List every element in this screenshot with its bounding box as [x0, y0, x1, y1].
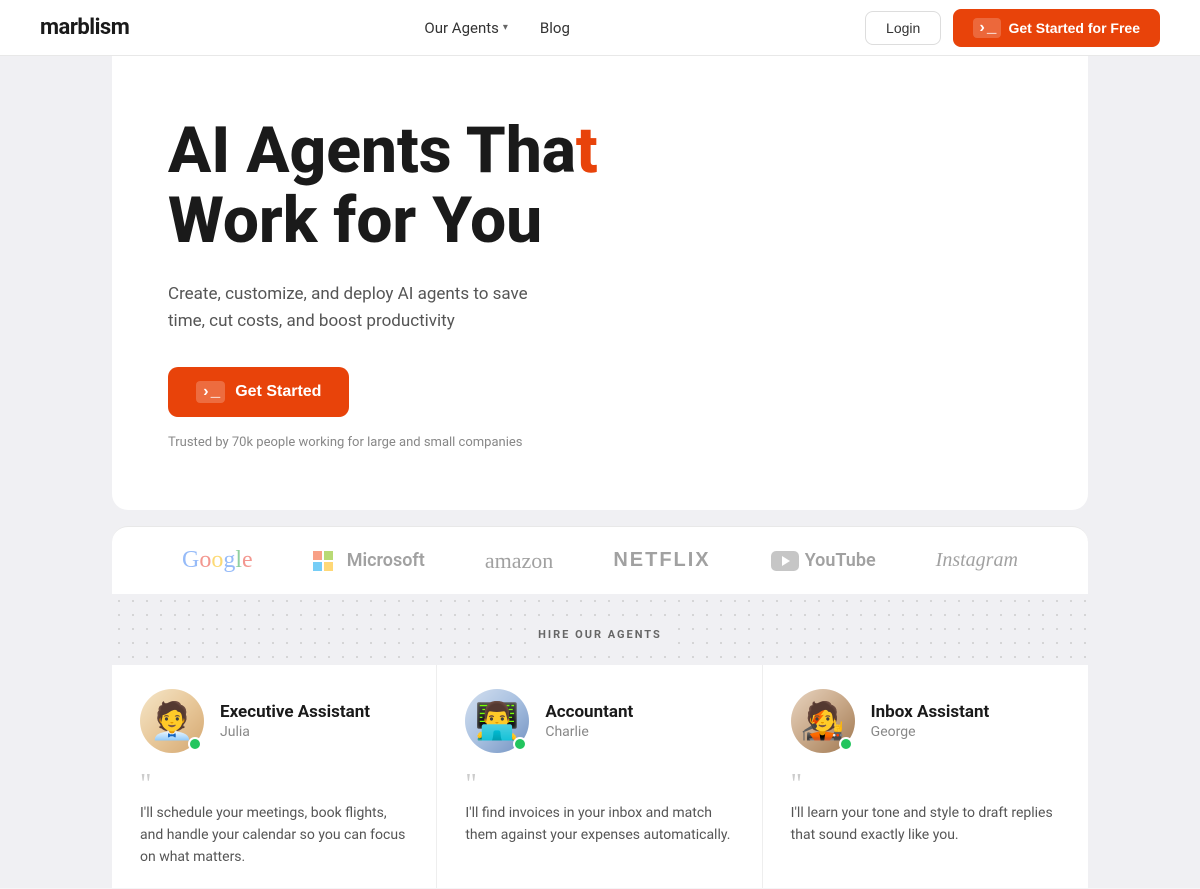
logo[interactable]: marblism	[40, 15, 129, 40]
hero-trust-text: Trusted by 70k people working for large …	[168, 435, 598, 450]
get-started-header-button[interactable]: ›_ Get Started for Free	[953, 9, 1160, 47]
get-started-hero-button[interactable]: ›_ Get Started	[168, 367, 349, 417]
hero-section: AI Agents That Work for You Create, cust…	[112, 56, 1088, 510]
hero-title-line2: Work for You	[168, 183, 542, 258]
hire-label: HIRE OUR AGENTS	[526, 624, 674, 645]
agent-online-indicator	[513, 737, 527, 751]
agent-online-indicator	[839, 737, 853, 751]
agent-card-charlie[interactable]: 👨‍💻 Accountant Charlie " I'll find invoi…	[437, 665, 762, 888]
quote-icon: "	[791, 771, 1060, 799]
brand-netflix: NETFLIX	[613, 549, 710, 572]
hero-title: AI Agents That Work for You	[168, 116, 598, 257]
agent-avatar-george: 🧑‍🎤	[791, 689, 855, 753]
agent-role: Inbox Assistant	[871, 702, 990, 722]
brand-youtube: YouTube	[771, 550, 876, 571]
agent-card-george[interactable]: 🧑‍🎤 Inbox Assistant George " I'll learn …	[763, 665, 1088, 888]
terminal-icon: ›_	[973, 18, 1000, 38]
hero-title-line1: AI Agents That	[168, 113, 598, 188]
brands-section: Google Microsoft amazon NETFLIX YouTube	[112, 526, 1088, 594]
agent-role: Accountant	[545, 702, 633, 722]
main-nav: Our Agents ▾ Blog	[424, 19, 570, 37]
agent-name: Julia	[220, 724, 370, 740]
hero-subtitle: Create, customize, and deploy AI agents …	[168, 281, 548, 335]
brand-amazon: amazon	[485, 548, 553, 574]
nav-agents[interactable]: Our Agents ▾	[424, 19, 508, 37]
agent-card-julia[interactable]: 🧑‍💼 Executive Assistant Julia " I'll sch…	[112, 665, 437, 888]
agent-name: George	[871, 724, 990, 740]
agent-name: Charlie	[545, 724, 633, 740]
chevron-down-icon: ▾	[503, 22, 508, 33]
terminal-icon-hero: ›_	[196, 381, 225, 403]
agent-online-indicator	[188, 737, 202, 751]
agent-quote: I'll schedule your meetings, book flight…	[140, 803, 408, 868]
agent-quote: I'll find invoices in your inbox and mat…	[465, 803, 733, 846]
logo-text: marblism	[40, 15, 129, 40]
header-actions: Login ›_ Get Started for Free	[865, 9, 1160, 47]
nav-blog[interactable]: Blog	[540, 19, 570, 37]
agents-section: 🧑‍💼 Executive Assistant Julia " I'll sch…	[112, 665, 1088, 888]
brand-instagram: Instagram	[936, 549, 1018, 572]
agent-avatar-charlie: 👨‍💻	[465, 689, 529, 753]
hire-section-label: HIRE OUR AGENTS	[112, 594, 1088, 665]
agent-avatar-julia: 🧑‍💼	[140, 689, 204, 753]
brand-microsoft: Microsoft	[313, 550, 425, 571]
brand-google: Google	[182, 547, 253, 574]
quote-icon: "	[140, 771, 408, 799]
agent-quote: I'll learn your tone and style to draft …	[791, 803, 1060, 846]
quote-icon: "	[465, 771, 733, 799]
agent-role: Executive Assistant	[220, 702, 370, 722]
login-button[interactable]: Login	[865, 11, 941, 45]
